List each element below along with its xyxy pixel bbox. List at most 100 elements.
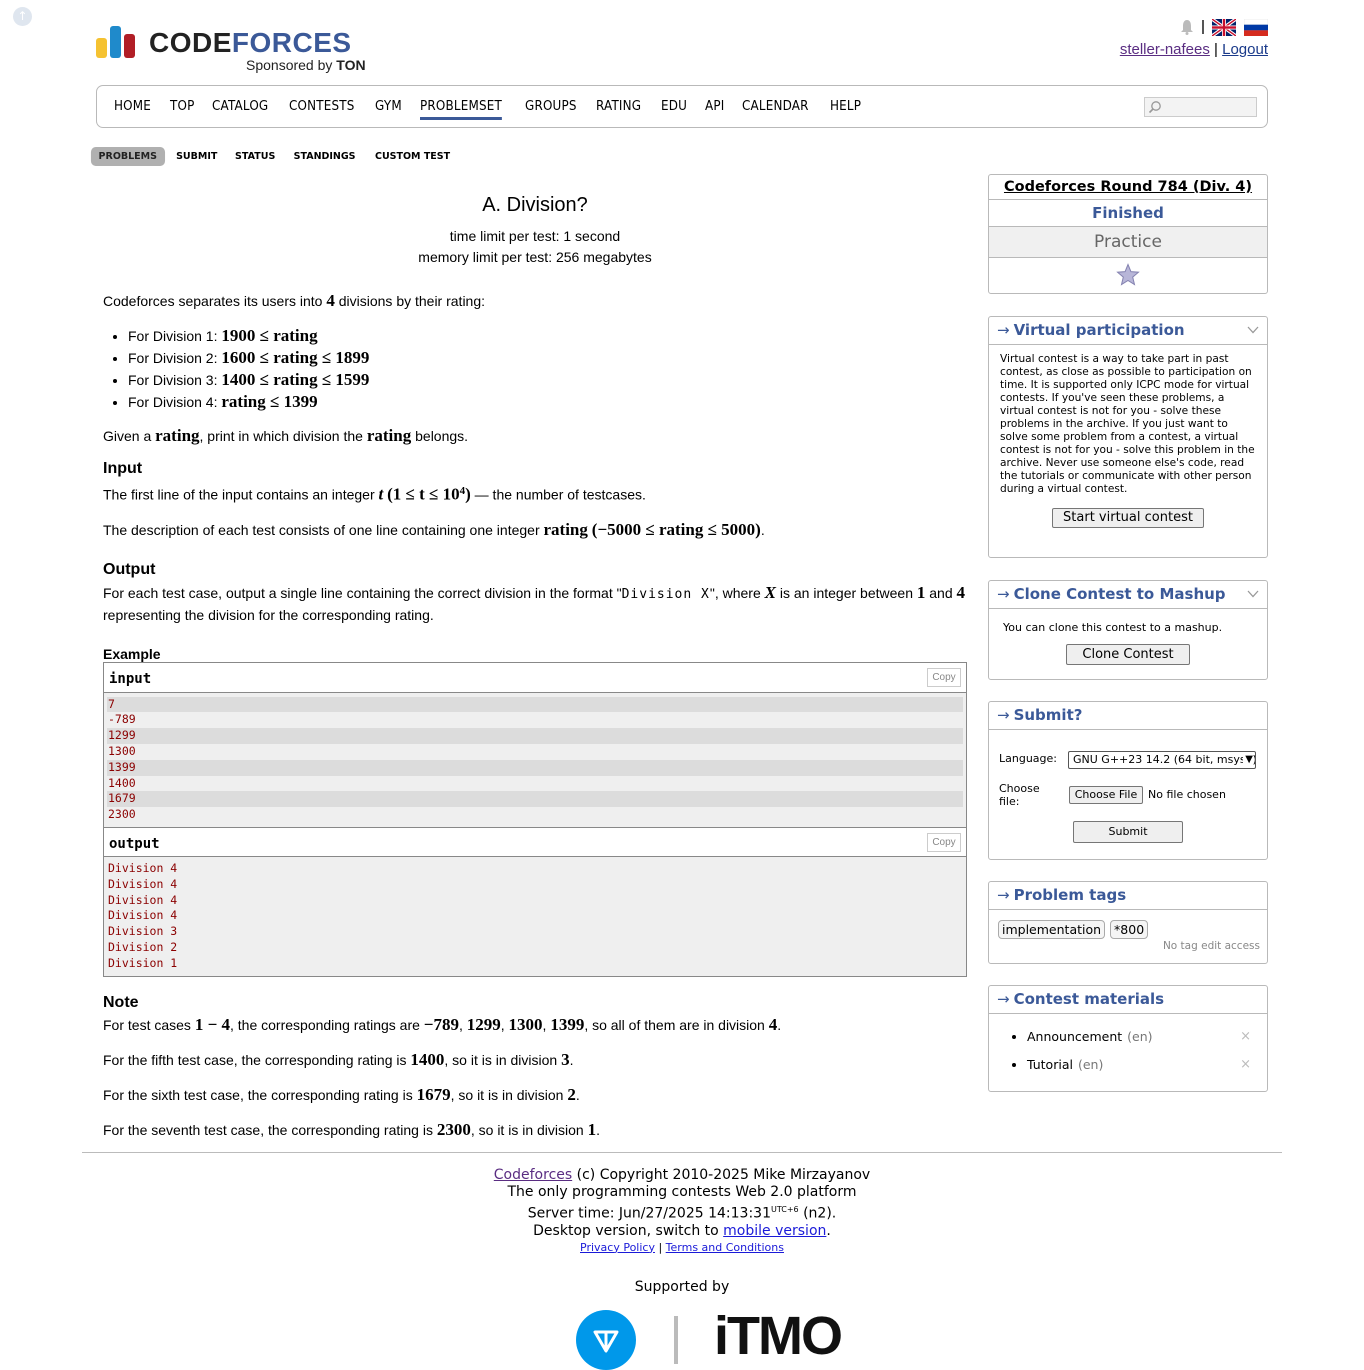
second-level-menu: PROBLEMS SUBMIT STATUS STANDINGS CUSTOM TEST: [89, 147, 461, 166]
sample-line: Division 4: [108, 861, 178, 876]
material-item: Tutorial (en) ×: [1027, 1051, 1267, 1079]
input-header: input Copy: [104, 663, 966, 693]
division-item: For Division 2: 1600 ≤ rating ≤ 1899: [128, 347, 967, 369]
star-icon[interactable]: [1116, 263, 1140, 287]
tag-chip[interactable]: implementation: [998, 920, 1106, 939]
intro-paragraph: Codeforces separates its users into 4 di…: [103, 291, 486, 310]
submenu-item-custom-test[interactable]: CUSTOM TEST: [368, 147, 458, 166]
platform-tagline: The only programming contests Web 2.0 pl…: [507, 1184, 857, 1200]
menu-item-problemset[interactable]: PROBLEMSET: [420, 99, 503, 120]
memory-limit: memory limit per test: 256 megabytes: [418, 249, 652, 265]
menu-item-api[interactable]: API: [705, 99, 724, 120]
close-icon[interactable]: ×: [1240, 1051, 1251, 1079]
mobile-version-link[interactable]: mobile version: [723, 1223, 826, 1239]
menu-item-rating[interactable]: RATING: [596, 99, 641, 120]
chevron-down-icon[interactable]: [1247, 326, 1259, 334]
codeforces-logo[interactable]: CODEFORCES Sponsored by TON: [96, 22, 386, 76]
logo-text: CODEFORCES: [149, 27, 352, 58]
menu-item-groups[interactable]: GROUPS: [525, 99, 577, 120]
header-icons: [1180, 16, 1268, 38]
itmo-logo[interactable]: iTMO: [714, 1306, 843, 1366]
virtual-participation-text: Virtual contest is a way to take part in…: [1000, 353, 1255, 495]
material-link[interactable]: Announcement: [1027, 1029, 1122, 1044]
logout-link[interactable]: Logout: [1222, 41, 1268, 58]
sample-line: 1300: [108, 744, 136, 759]
menu-item-help[interactable]: HELP: [830, 99, 861, 120]
problem-statement: A. Division? time limit per test: 1 seco…: [103, 187, 967, 1154]
tag-chip[interactable]: *800: [1110, 920, 1149, 939]
clone-contest-box: → Clone Contest to Mashup You can clone t…: [988, 580, 1268, 680]
material-link[interactable]: Tutorial: [1027, 1057, 1073, 1072]
sample-line: Division 4: [108, 892, 178, 907]
division-item: For Division 3: 1400 ≤ rating ≤ 1599: [128, 369, 967, 391]
footer-codeforces-link[interactable]: Codeforces: [494, 1167, 572, 1183]
sample-input: 7 -789 1299 1300 1399 1400 1679 2300: [104, 692, 966, 828]
output-header: output Copy: [104, 827, 966, 858]
russia-flag-icon[interactable]: [1244, 18, 1268, 36]
dropdown-arrow-icon: ▼: [1243, 752, 1253, 768]
problem-title: A. Division?: [482, 194, 588, 216]
separator: |: [1214, 41, 1218, 58]
sample-line: -789: [108, 712, 136, 727]
user-links: steller-nafees | Logout: [1120, 41, 1268, 58]
username-link[interactable]: steller-nafees: [1120, 41, 1210, 58]
sample-line: 1679: [107, 791, 963, 808]
submenu-item-problems[interactable]: PROBLEMS: [90, 147, 165, 166]
contest-status: Finished: [989, 200, 1267, 227]
sample-line: Division 4: [108, 876, 178, 891]
practice-label: Practice: [989, 227, 1267, 258]
menu-item-calendar[interactable]: CALENDAR: [742, 99, 809, 120]
server-time: Server time: Jun/27/2025 14:13:31UTC+6 (…: [527, 1205, 837, 1222]
footer-divider: [82, 1152, 1282, 1153]
copy-output-button[interactable]: Copy: [927, 833, 961, 853]
menu-item-edu[interactable]: EDU: [661, 99, 687, 120]
chevron-down-icon[interactable]: [1247, 590, 1259, 598]
language-value: GNU G++23 14.2 (64 bit, msys2): [1073, 753, 1256, 766]
scroll-top-icon[interactable]: ↑: [13, 7, 32, 26]
uk-flag-icon[interactable]: [1212, 18, 1236, 36]
submenu-item-standings[interactable]: STANDINGS: [286, 147, 363, 166]
language-select[interactable]: GNU G++23 14.2 (64 bit, msys2) ▼: [1068, 751, 1256, 769]
sample-line: Division 2: [108, 940, 178, 955]
virtual-participation-title[interactable]: → Virtual participation: [989, 317, 1267, 345]
clone-contest-button[interactable]: Clone Contest: [1066, 644, 1190, 665]
supported-by: Supported by: [634, 1278, 730, 1295]
submit-button[interactable]: Submit: [1073, 821, 1183, 843]
menu-item-contests[interactable]: CONTESTS: [289, 99, 355, 120]
menu-item-catalog[interactable]: CATALOG: [212, 99, 268, 120]
contest-name-link[interactable]: Codeforces Round 784 (Div. 4): [1004, 179, 1252, 195]
ton-logo-icon[interactable]: [576, 1310, 636, 1370]
choose-file-button[interactable]: Choose File: [1069, 786, 1143, 804]
logo-divider: [674, 1316, 678, 1364]
menu-item-gym[interactable]: GYM: [375, 99, 402, 120]
sample-output: Division 4 Division 4 Division 4 Division 4…: [104, 857, 966, 976]
note-paragraph-4: For the seventh test case, the correspon…: [103, 1119, 600, 1139]
bell-icon[interactable]: [1180, 19, 1194, 35]
menu-item-home[interactable]: HOME: [114, 99, 151, 120]
submenu-item-submit[interactable]: SUBMIT: [168, 147, 224, 166]
material-lang: (en): [1077, 1057, 1104, 1072]
output-label: output: [109, 836, 160, 853]
terms-link[interactable]: Terms and Conditions: [666, 1241, 784, 1254]
copy-input-button[interactable]: Copy: [927, 667, 961, 687]
close-icon[interactable]: ×: [1240, 1023, 1251, 1051]
material-item: Announcement (en) ×: [1027, 1023, 1267, 1051]
note-paragraph-1: For test cases 1 − 4, the corresponding …: [103, 1014, 782, 1034]
language-label: Language:: [999, 752, 1057, 765]
output-paragraph: For each test case, output a single line…: [103, 582, 966, 623]
clone-contest-text: You can clone this contest to a mashup.: [1003, 621, 1223, 634]
problem-tags-title: → Problem tags: [989, 882, 1267, 910]
sample-line: 7: [107, 696, 963, 713]
menu-item-top[interactable]: TOP: [170, 99, 194, 120]
privacy-policy-link[interactable]: Privacy Policy: [580, 1241, 655, 1254]
contest-materials-title: → Contest materials: [989, 986, 1267, 1014]
main-menu: HOME TOP CATALOG CONTESTS GYM PROBLEMSET GROUP…: [96, 85, 1268, 128]
note-heading: Note: [103, 993, 139, 1011]
file-status: No file chosen: [1148, 788, 1226, 801]
sponsor-line: Sponsored by TON: [246, 57, 366, 73]
no-tag-access: No tag edit access: [1162, 940, 1260, 952]
submenu-item-status[interactable]: STATUS: [227, 147, 282, 166]
search-input[interactable]: [1144, 97, 1257, 117]
clone-contest-title[interactable]: → Clone Contest to Mashup: [989, 581, 1267, 609]
start-virtual-contest-button[interactable]: Start virtual contest: [1052, 508, 1204, 528]
